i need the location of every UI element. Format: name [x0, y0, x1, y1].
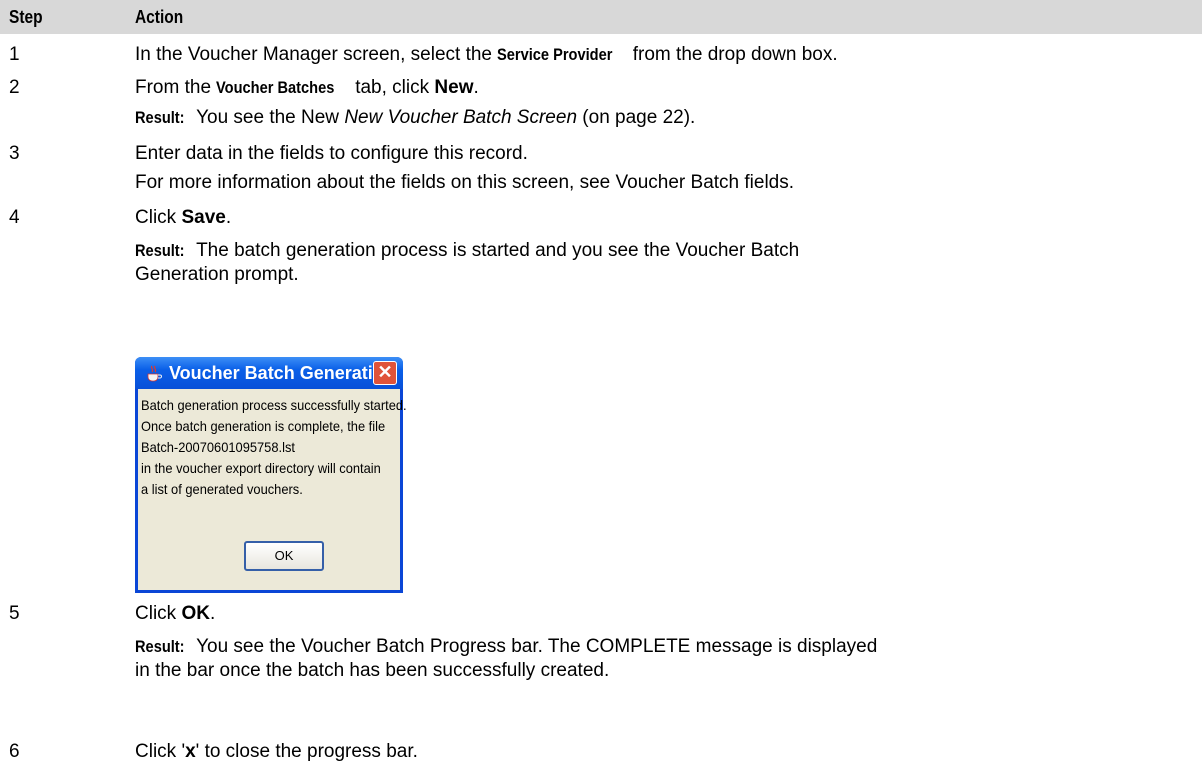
step-number: 4 [9, 207, 20, 228]
step-number: 5 [9, 603, 20, 624]
dialog-message-line: a list of generated vouchers. [141, 481, 303, 497]
dialog-message: Batch generation process successfully st… [141, 395, 407, 500]
close-icon[interactable]: ✕ [373, 361, 397, 385]
dialog-title: Voucher Batch Generation [169, 363, 395, 383]
step-number: 6 [9, 741, 20, 762]
dialog-title-bar[interactable]: Voucher Batch Generation ✕ [135, 357, 403, 389]
step-4-result-line2: Generation prompt. [135, 264, 299, 285]
step-4-text: Click Save. [135, 207, 232, 228]
step-5-result: Result: You see the Voucher Batch Progre… [135, 636, 878, 657]
java-cup-icon [147, 365, 162, 382]
step-2-result: Result: You see the New New Voucher Batc… [135, 107, 696, 128]
step-3-line2: For more information about the fields on… [135, 172, 795, 193]
dialog-body: Batch generation process successfully st… [138, 389, 407, 590]
step-5-result-line2: in the bar once the batch has been succe… [135, 660, 610, 681]
step-4-result: Result: The batch generation process is … [135, 240, 800, 261]
voucher-batch-generation-dialog: Voucher Batch Generation ✕ Batch generat… [135, 357, 407, 593]
table-header: Step Action [0, 0, 1202, 34]
header-step: Step [9, 7, 43, 27]
ok-button[interactable]: OK [244, 541, 324, 571]
dialog-message-line: Batch generation process successfully st… [141, 397, 407, 413]
step-2-text: From the Voucher Batches tab, click New. [135, 77, 479, 98]
page-link: New Voucher Batch Screen [344, 107, 578, 128]
step-5-text: Click OK. [135, 603, 216, 624]
step-number: 2 [9, 77, 20, 98]
step-number: 3 [9, 143, 20, 164]
dialog-message-line: Batch-20070601095758.lst [141, 439, 295, 455]
step-3-line1: Enter data in the fields to configure th… [135, 143, 528, 164]
step-6-text: Click 'x' to close the progress bar. [135, 741, 418, 762]
step-number: 1 [9, 44, 20, 65]
dialog-message-line: Once batch generation is complete, the f… [141, 418, 386, 434]
step-1-text: In the Voucher Manager screen, select th… [135, 44, 838, 65]
dialog-message-line: in the voucher export directory will con… [141, 460, 381, 476]
header-action: Action [135, 7, 184, 27]
